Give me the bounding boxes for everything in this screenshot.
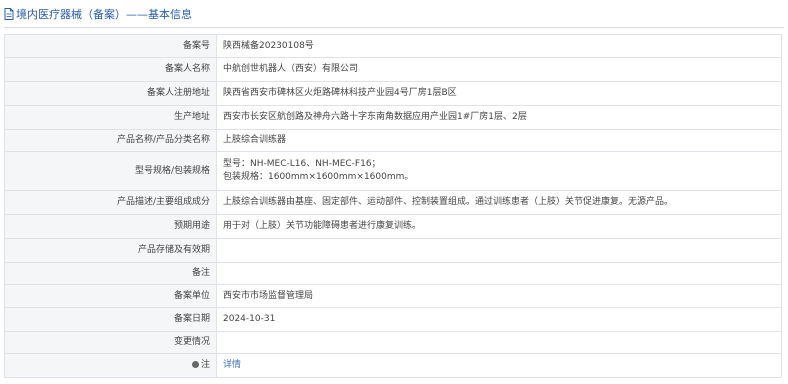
row-label: 备注 (4, 262, 217, 285)
table-row: 产品名称/产品分类名称 上肢综合训练器 (4, 129, 782, 152)
table-row: 备案人注册地址 陕西省西安市碑林区火炬路碑林科技产业园4号厂房1层B区 (4, 81, 782, 106)
table-row: 备注 (4, 262, 782, 285)
row-value (216, 331, 782, 354)
details-link[interactable]: 详情 (223, 360, 241, 370)
table-row: 注 详情 (4, 353, 782, 378)
row-value: 2024-10-31 (216, 307, 782, 332)
row-label: 注 (4, 353, 217, 378)
row-value: 用于对（上肢）关节功能障碍患者进行康复训练。 (216, 214, 782, 239)
row-label: 预期用途 (4, 214, 217, 239)
row-value: 西安市长安区航创路及神舟六路十字东南角数据应用产业园1#厂房1层、2层 (216, 105, 782, 130)
row-label: 型号规格/包装规格 (4, 151, 217, 191)
table-row: 备案单位 西安市市场监督管理局 (4, 284, 782, 308)
row-value: 西安市市场监督管理局 (216, 284, 782, 308)
table-row: 备案日期 2024-10-31 (4, 307, 782, 332)
row-value: 陕西省西安市碑林区火炬路碑林科技产业园4号厂房1层B区 (216, 81, 782, 106)
page-header: 境内医疗器械（备案）——基本信息 (0, 0, 788, 28)
row-value: 陕西械备20230108号 (216, 34, 782, 58)
row-value: 上肢综合训练器由基座、固定部件、运动部件、控制装置组成。通过训练患者（上肢）关节… (216, 190, 782, 215)
row-value: 详情 (216, 353, 782, 378)
row-value: 型号：NH-MEC-L16、NH-MEC-F16； 包装规格：1600mm×16… (216, 151, 782, 191)
row-label: 备案单位 (4, 284, 217, 308)
pin-icon (191, 361, 199, 368)
table-row: 预期用途 用于对（上肢）关节功能障碍患者进行康复训练。 (4, 214, 782, 239)
table-row: 备案人名称 中航创世机器人（西安）有限公司 (4, 57, 782, 82)
document-icon (4, 8, 14, 20)
table-row: 型号规格/包装规格 型号：NH-MEC-L16、NH-MEC-F16； 包装规格… (4, 151, 782, 191)
model-spec-line: 型号：NH-MEC-L16、NH-MEC-F16； (223, 159, 381, 169)
row-label: 变更情况 (4, 331, 217, 354)
row-label: 备案日期 (4, 307, 217, 332)
page-title: 境内医疗器械（备案）——基本信息 (16, 8, 192, 21)
row-label: 产品存储及有效期 (4, 238, 217, 263)
table-row: 生产地址 西安市长安区航创路及神舟六路十字东南角数据应用产业园1#厂房1层、2层 (4, 105, 782, 130)
table-row: 产品存储及有效期 (4, 238, 782, 263)
header-divider (4, 27, 784, 28)
row-value: 中航创世机器人（西安）有限公司 (216, 57, 782, 82)
row-label: 生产地址 (4, 105, 217, 130)
package-spec-line: 包装规格：1600mm×1600mm×1600mm。 (223, 172, 414, 182)
table-row: 备案号 陕西械备20230108号 (4, 34, 782, 58)
row-value (216, 262, 782, 285)
row-label: 备案人名称 (4, 57, 217, 82)
row-value (216, 238, 782, 263)
row-label: 产品描述/主要组成成分 (4, 190, 217, 215)
table-row: 产品描述/主要组成成分 上肢综合训练器由基座、固定部件、运动部件、控制装置组成。… (4, 190, 782, 215)
note-label: 注 (200, 360, 210, 370)
info-table: 备案号 陕西械备20230108号 备案人名称 中航创世机器人（西安）有限公司 … (4, 34, 782, 378)
table-row: 变更情况 (4, 331, 782, 354)
row-label: 备案号 (4, 34, 217, 58)
row-label: 产品名称/产品分类名称 (4, 129, 217, 152)
row-value: 上肢综合训练器 (216, 129, 782, 152)
row-label: 备案人注册地址 (4, 81, 217, 106)
